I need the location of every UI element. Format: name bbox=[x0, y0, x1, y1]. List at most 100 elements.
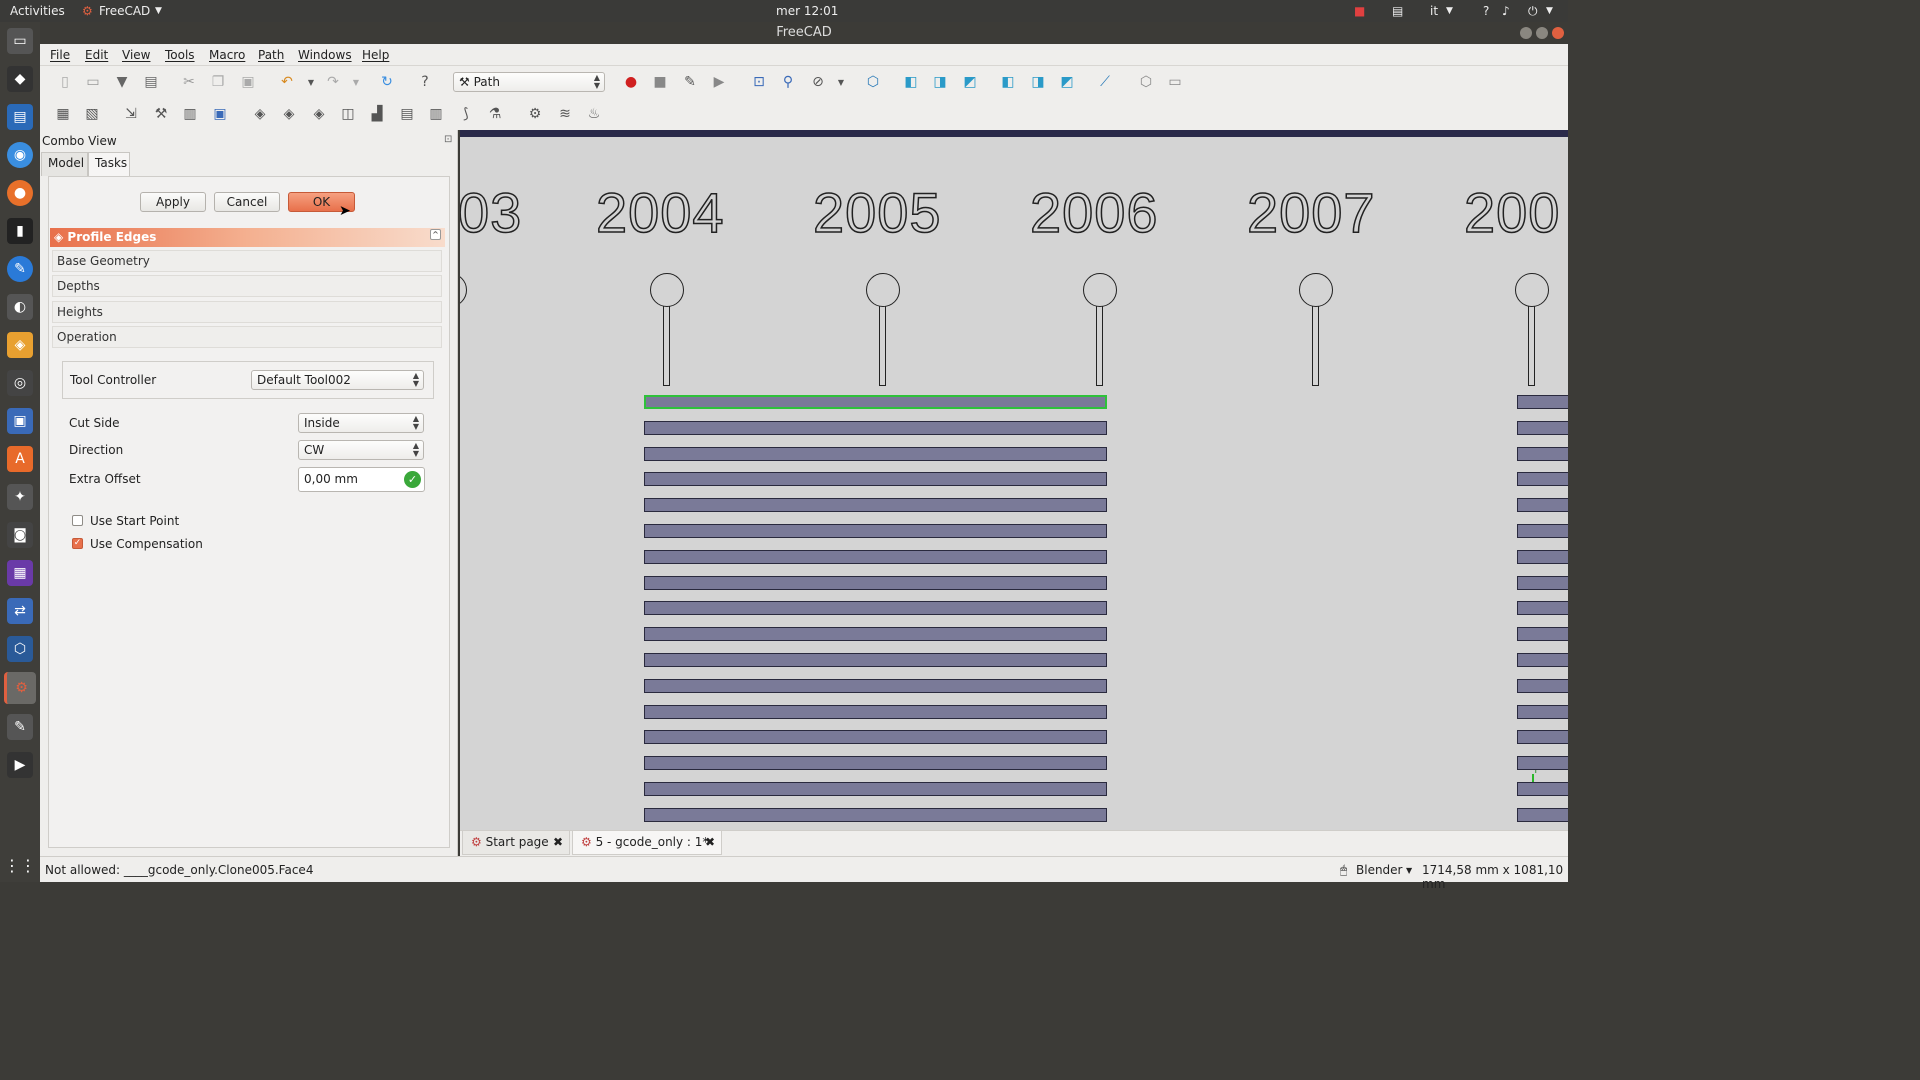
create-part-icon[interactable]: ⬡ bbox=[1135, 71, 1157, 93]
file-manager-icon[interactable]: ▭ bbox=[7, 28, 33, 54]
profile-edges-icon[interactable]: ◈ bbox=[278, 103, 300, 125]
timeline-pin[interactable] bbox=[1299, 273, 1333, 307]
draw-style-icon[interactable]: ⊘ bbox=[807, 71, 829, 93]
bar[interactable] bbox=[644, 472, 1107, 487]
remote-icon[interactable]: ⇄ bbox=[7, 598, 33, 624]
terminal-icon[interactable]: ▮ bbox=[7, 218, 33, 244]
video-editor-icon[interactable]: ▶ bbox=[7, 752, 33, 778]
use-start-point-checkbox[interactable] bbox=[72, 515, 83, 526]
bar[interactable] bbox=[644, 730, 1107, 745]
cut-icon[interactable]: ✂ bbox=[178, 71, 200, 93]
use-compensation-checkbox[interactable]: ✓ bbox=[72, 538, 83, 549]
menu-view[interactable]: View bbox=[122, 48, 150, 62]
run-macro-icon[interactable]: ▶ bbox=[708, 71, 730, 93]
section-depths[interactable]: Depths bbox=[52, 275, 442, 297]
bar[interactable] bbox=[1517, 627, 1568, 642]
gimp-icon[interactable]: ◐ bbox=[7, 294, 33, 320]
bar[interactable] bbox=[644, 782, 1107, 796]
edit-macro-icon[interactable]: ✎ bbox=[679, 71, 701, 93]
show-apps-icon[interactable]: ⋮⋮ bbox=[4, 852, 36, 878]
bar[interactable] bbox=[644, 498, 1107, 513]
menu-tools[interactable]: Tools bbox=[165, 48, 195, 62]
cut-side-select[interactable]: Inside ▲ ▼ bbox=[298, 413, 424, 433]
pocket-icon[interactable]: ◫ bbox=[337, 103, 359, 125]
drilling-icon[interactable]: ▥ bbox=[425, 103, 447, 125]
bar[interactable] bbox=[1517, 704, 1568, 719]
disk-icon[interactable]: ▣ bbox=[7, 408, 33, 434]
bar[interactable] bbox=[1517, 549, 1568, 564]
new-file-icon[interactable]: ▯ bbox=[54, 71, 76, 93]
copy-icon[interactable]: ❐ bbox=[207, 71, 229, 93]
3d-pocket-icon[interactable]: ⚗ bbox=[484, 103, 506, 125]
engrave-icon[interactable]: ⟆ bbox=[455, 103, 477, 125]
timeline-pin[interactable] bbox=[1515, 273, 1549, 307]
tab-tasks[interactable]: Tasks bbox=[88, 152, 130, 176]
tool-controller-icon[interactable]: ⇲ bbox=[120, 103, 142, 125]
close-tab-icon[interactable]: ✖ bbox=[705, 835, 715, 849]
timeline-pin[interactable] bbox=[879, 302, 886, 386]
measure-distance-icon[interactable]: ⟋ bbox=[1094, 71, 1116, 93]
apply-button[interactable]: Apply bbox=[140, 192, 206, 212]
bar[interactable] bbox=[644, 420, 1107, 435]
bar[interactable] bbox=[644, 627, 1107, 642]
bar[interactable] bbox=[1517, 807, 1568, 822]
clipboard-icon[interactable]: ▤ bbox=[1392, 4, 1403, 18]
bar[interactable] bbox=[1517, 653, 1568, 667]
maximize-icon[interactable] bbox=[1536, 27, 1548, 39]
create-group-icon[interactable]: ▭ bbox=[1164, 71, 1186, 93]
software-center-icon[interactable]: A bbox=[7, 446, 33, 472]
float-panel-icon[interactable]: ⊡ bbox=[444, 134, 452, 145]
paste-icon[interactable]: ▣ bbox=[237, 71, 259, 93]
path-job-icon[interactable]: ▦ bbox=[52, 103, 74, 125]
simple-copy-icon[interactable]: ♨ bbox=[583, 103, 605, 125]
extra-offset-input[interactable]: 0,00 mm ✓ bbox=[298, 467, 425, 492]
front-view-icon[interactable]: ◧ bbox=[900, 71, 922, 93]
bar[interactable] bbox=[1517, 678, 1568, 693]
bar[interactable] bbox=[1517, 524, 1568, 538]
freecad-icon[interactable]: ⚙ bbox=[4, 672, 36, 704]
undo-chevron-icon[interactable]: ▼ bbox=[300, 71, 322, 93]
panel-header[interactable]: ◈ Profile Edges ^ bbox=[50, 228, 445, 247]
activities-button[interactable]: Activities bbox=[10, 4, 65, 18]
stack-icon[interactable]: ≋ bbox=[554, 103, 576, 125]
media-icon[interactable]: ▦ bbox=[7, 560, 33, 586]
power-icon[interactable]: ⏻ bbox=[1528, 4, 1538, 19]
timeline-pin[interactable] bbox=[663, 302, 670, 386]
bar[interactable] bbox=[644, 807, 1107, 822]
chromium-icon[interactable]: ◉ bbox=[7, 142, 33, 168]
inkscape-icon[interactable]: ◆ bbox=[7, 66, 33, 92]
firefox-icon[interactable]: ● bbox=[7, 180, 33, 206]
bar[interactable] bbox=[1517, 782, 1568, 796]
menu-edit[interactable]: Edit bbox=[85, 48, 108, 62]
navigation-style[interactable]: Blender bbox=[1356, 863, 1403, 877]
open-file-icon[interactable]: ▭ bbox=[82, 71, 104, 93]
timeline-pin[interactable] bbox=[1312, 302, 1319, 386]
contour-icon[interactable]: ◈ bbox=[308, 103, 330, 125]
bar[interactable] bbox=[644, 549, 1107, 564]
camera-icon[interactable]: ■ bbox=[1354, 4, 1365, 18]
nav-style-chevron-icon[interactable]: ▼ bbox=[1406, 866, 1412, 875]
collapse-icon[interactable]: ^ bbox=[430, 229, 441, 240]
timeline-pin[interactable] bbox=[1096, 302, 1103, 386]
stop-macro-icon[interactable]: ■ bbox=[649, 71, 671, 93]
post-process-icon[interactable]: ▧ bbox=[81, 103, 103, 125]
timeline-pin[interactable] bbox=[460, 273, 467, 307]
bar[interactable] bbox=[1517, 498, 1568, 513]
timeline-pin[interactable] bbox=[1083, 273, 1117, 307]
timeline-pin[interactable] bbox=[650, 273, 684, 307]
undo-icon[interactable]: ↶ bbox=[276, 71, 298, 93]
app-menu[interactable]: FreeCAD bbox=[99, 4, 150, 18]
virtualbox-icon[interactable]: ⬡ bbox=[7, 636, 33, 662]
mill-face-icon[interactable]: ▟ bbox=[366, 103, 388, 125]
bar[interactable] bbox=[1517, 756, 1568, 771]
draw-style-chevron-icon[interactable]: ▼ bbox=[830, 71, 852, 93]
selection-icon[interactable]: ▣ bbox=[209, 103, 231, 125]
helix-icon[interactable]: ▤ bbox=[396, 103, 418, 125]
profile-faces-icon[interactable]: ◈ bbox=[249, 103, 271, 125]
tool-library-icon[interactable]: ⚒ bbox=[150, 103, 172, 125]
whats-this-icon[interactable]: ? bbox=[414, 71, 436, 93]
text-editor-icon[interactable]: ✎ bbox=[7, 714, 33, 740]
redo-chevron-icon[interactable]: ▼ bbox=[345, 71, 367, 93]
direction-select[interactable]: CW ▲ ▼ bbox=[298, 440, 424, 460]
inkscape-alt-icon[interactable]: ✎ bbox=[7, 256, 33, 282]
